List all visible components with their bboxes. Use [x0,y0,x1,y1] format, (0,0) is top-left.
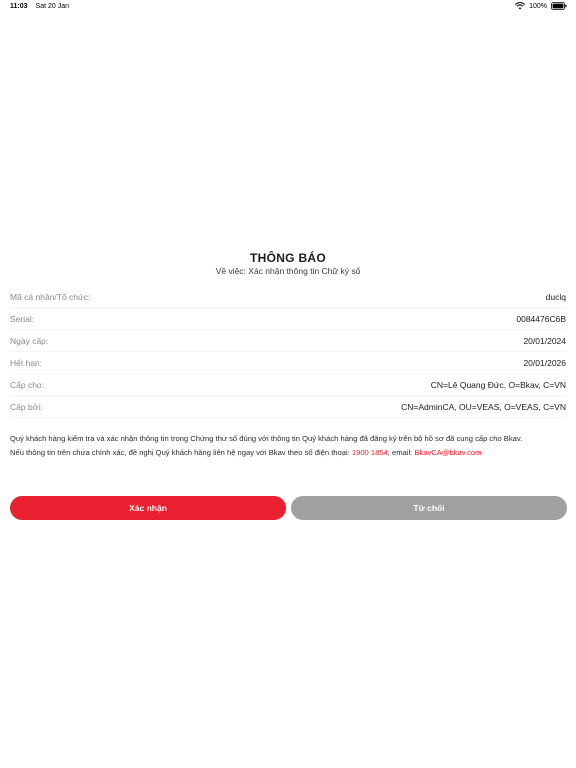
status-time: 11:03 [10,3,28,10]
notice-text: Quý khách hàng kiểm tra và xác nhận thôn… [10,433,568,460]
notice-paragraph-contact: Nếu thông tin trên chưa chính xác, đề ng… [10,447,568,459]
contact-text: Nếu thông tin trên chưa chính xác, đề ng… [10,447,352,457]
info-row-issued-to: Cấp cho: CN=Lê Quang Đức, O=Bkav, C=VN [10,374,566,396]
info-value: 20/01/2024 [523,335,566,346]
status-bar: 11:03 Sat 20 Jan 100% [0,0,576,14]
info-value: 0084476C6B [516,313,566,324]
info-row-issued-by: Cấp bởi: CN=AdminCA, OU=VEAS, O=VEAS, C=… [10,396,566,418]
email-link[interactable]: BkavCA@bkav.com [414,448,481,457]
info-row-issue-date: Ngày cấp: 20/01/2024 [10,330,566,352]
status-right: 100% [515,2,567,10]
battery-icon [551,2,567,10]
status-left: 11:03 Sat 20 Jan [10,3,69,10]
confirm-button[interactable]: Xác nhận [10,496,286,520]
page-title: THÔNG BÁO [249,251,327,265]
page-subtitle: Về việc: Xác nhận thông tin Chữ ký số [215,266,361,276]
phone-link[interactable]: 1900 1854 [352,448,388,457]
wifi-icon [515,2,526,10]
info-label: Cấp cho: [10,379,45,390]
reject-button[interactable]: Từ chối [291,496,567,520]
info-value: 20/01/2026 [523,357,566,368]
email-prefix: , email: [387,447,415,457]
info-label: Ngày cấp: [10,335,49,346]
info-label: Hết hạn: [10,357,43,368]
notice-paragraph-verify: Quý khách hàng kiểm tra và xác nhận thôn… [10,434,523,443]
info-row-expiry: Hết hạn: 20/01/2026 [10,352,566,374]
info-row-serial: Serial: 0084476C6B [10,308,566,330]
info-label: Cấp bởi: [10,401,43,412]
info-value: duclq [545,291,566,302]
info-value: CN=Lê Quang Đức, O=Bkav, C=VN [430,379,566,390]
status-date: Sat 20 Jan [35,3,69,10]
info-label: Mã cá nhân/Tổ chức: [10,291,91,302]
info-row-id: Mã cá nhân/Tổ chức: duclq [10,286,566,308]
info-label: Serial: [10,313,35,324]
battery-percentage: 100% [529,2,547,10]
info-value: CN=AdminCA, OU=VEAS, O=VEAS, C=VN [401,401,566,412]
certificate-info-list: Mã cá nhân/Tổ chức: duclq Serial: 008447… [10,286,566,418]
